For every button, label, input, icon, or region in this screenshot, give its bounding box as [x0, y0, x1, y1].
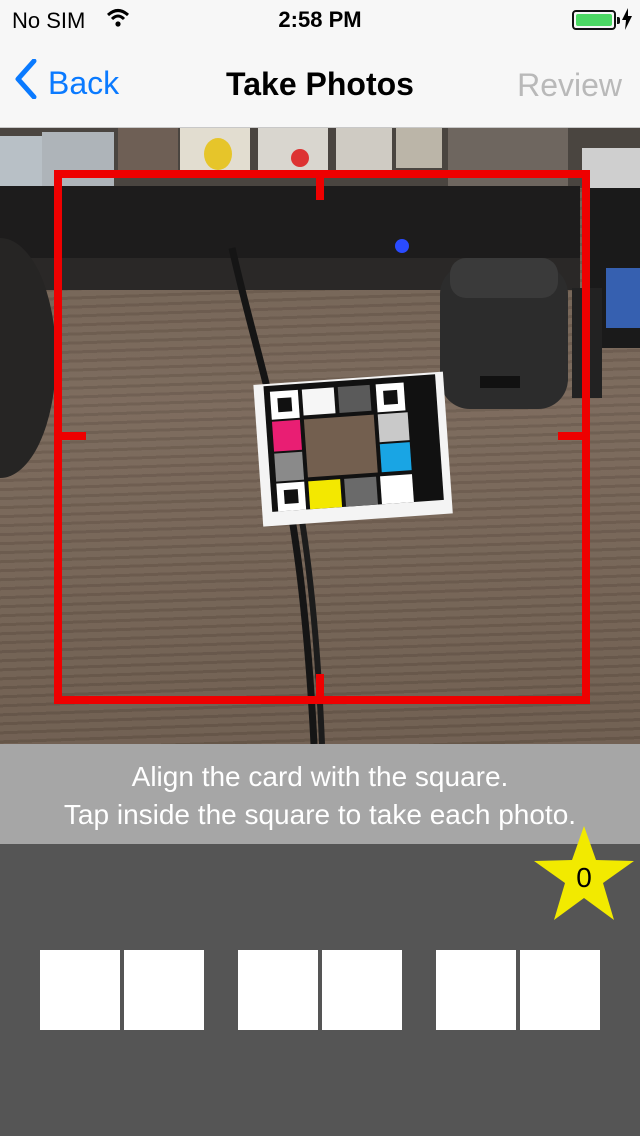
charging-bolt-icon	[622, 8, 632, 36]
photo-slot-1[interactable]	[40, 950, 120, 1030]
photo-slot-6[interactable]	[520, 950, 600, 1030]
camera-preview[interactable]	[0, 128, 640, 744]
instruction-line-1: Align the card with the square.	[131, 761, 509, 792]
navigation-bar: Back Take Photos Review	[0, 40, 640, 128]
review-button[interactable]: Review	[517, 67, 622, 104]
alignment-frame[interactable]	[58, 174, 586, 700]
clock: 2:58 PM	[278, 7, 362, 32]
photo-count: 0	[576, 862, 592, 893]
photo-slot-3[interactable]	[238, 950, 318, 1030]
battery-icon	[572, 10, 620, 30]
status-bar: No SIM 2:58 PM	[0, 0, 640, 40]
photo-slot-4[interactable]	[322, 950, 402, 1030]
photo-count-badge: 0	[532, 824, 636, 924]
photo-slot-5[interactable]	[436, 950, 516, 1030]
photo-slot-2[interactable]	[124, 950, 204, 1030]
